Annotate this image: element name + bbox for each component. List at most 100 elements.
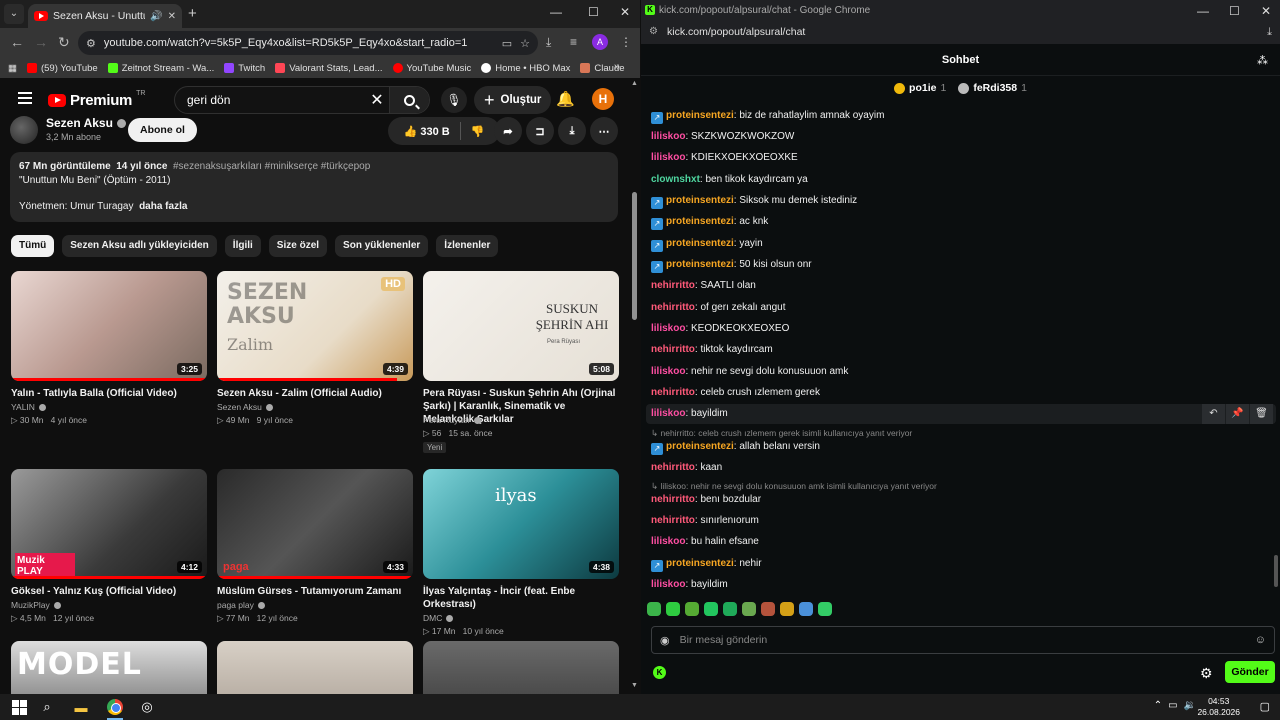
video-title[interactable]: Göksel - Yalnız Kuş (Official Video) [11,585,207,598]
video-thumbnail[interactable]: MODEL [11,641,207,694]
video-channel[interactable]: DMC [423,612,454,625]
video-channel-name[interactable]: Pera Rüyası [423,415,470,425]
notifications-icon[interactable]: ▢ [1260,700,1270,713]
chat-username[interactable]: liliskoo [651,366,685,377]
kick-download-icon[interactable]: ⤓ [1267,26,1272,39]
chat-username[interactable]: liliskoo [651,323,685,334]
page-scrollbar[interactable]: ▲ ▼ [629,78,640,694]
bookmark-star-icon[interactable]: ☆ [520,37,530,50]
bookmark-twitch[interactable]: Twitch [224,63,265,74]
chip-related[interactable]: İlgili [224,235,261,257]
save-icon[interactable]: ⊐ [526,117,554,145]
chat-scrollbar-thumb[interactable] [1274,555,1278,587]
dislike-icon[interactable]: 👎 [471,125,485,138]
chat-username[interactable]: liliskoo [651,579,685,590]
channel-name[interactable]: Sezen Aksu [46,116,113,130]
emote-icon[interactable] [704,602,718,616]
chat-message[interactable]: ↗ proteinsentezi: Siksok mu demek istedin… [651,195,857,209]
emote-icon[interactable] [799,602,813,616]
chat-username[interactable]: nehirritto [651,344,695,355]
video-thumbnail[interactable] [423,641,619,694]
maximize-icon[interactable]: ☐ [588,5,599,19]
close-window-icon[interactable]: ✕ [620,5,630,19]
video-channel[interactable]: MuzikPlay [11,599,61,612]
chat-message[interactable]: nehirritto: tiktok kaydırcam [651,344,773,355]
video-thumbnail[interactable]: SUSKUN ŞEHRİN AHI Pera Rüyası 5:08 [423,271,619,381]
voice-search-button[interactable]: 🎙 [441,87,467,113]
menu-icon[interactable]: ⋮ [620,35,632,49]
chat-username[interactable]: liliskoo [651,408,685,419]
chat-message[interactable]: liliskoo: KDIEKXOEKXOEOXKE [651,152,798,163]
tab-search-icon[interactable]: ⌄ [4,4,24,24]
chrome-taskbar-icon[interactable] [106,698,124,716]
kick-close-icon[interactable]: ✕ [1261,4,1271,18]
chat-input-box[interactable]: ◉ Bir mesaj gönderin ☺ [651,626,1275,654]
emote-icon[interactable] [818,602,832,616]
site-info-icon[interactable]: ⚙ [86,37,96,50]
download-video-icon[interactable]: ⤓ [558,117,586,145]
chat-username[interactable]: nehirritto [651,280,695,291]
volume-icon[interactable]: 🔉 [1184,700,1196,711]
minimize-icon[interactable]: — [550,5,562,19]
supporter-2[interactable]: feRdi358 1 [958,78,1027,98]
chat-username[interactable]: proteinsentezi [666,238,734,249]
chat-badge-icon[interactable]: ◉ [660,634,670,647]
media-icon[interactable]: ≡ [570,35,577,49]
chat-username[interactable]: liliskoo [651,536,685,547]
reply-context[interactable]: ↳ nehirritto: celeb crush ızlemem gerek … [651,428,912,439]
search-taskbar-icon[interactable]: ⌕ [38,698,56,716]
search-input[interactable]: geri dön [175,93,365,107]
site-info-icon[interactable]: ⚙ [649,26,658,37]
chat-username[interactable]: liliskoo [651,131,685,142]
kick-maximize-icon[interactable]: ☐ [1229,4,1240,18]
video-channel[interactable]: YALIN [11,401,46,414]
emote-icon[interactable] [780,602,794,616]
cast-icon[interactable]: ▭ [502,37,512,50]
search-bar[interactable]: geri dön ✕ [174,86,430,114]
channel-name-wrap[interactable]: Sezen Aksu [46,116,126,130]
scroll-down-icon[interactable]: ▼ [631,682,638,689]
chip-recent[interactable]: Son yüklenenler [335,235,429,257]
reply-icon[interactable]: ↶ [1201,404,1225,424]
chat-message[interactable]: nehirritto: celeb crush ızlemem gerek [651,387,820,398]
bookmark-youtube[interactable]: (59) YouTube [26,63,98,74]
chat-username[interactable]: nehirritto [651,494,695,505]
emote-icon[interactable] [723,602,737,616]
chat-username[interactable]: liliskoo [651,152,685,163]
tray-chevron-icon[interactable]: ⌃ [1154,700,1162,711]
chip-all[interactable]: Tümü [11,235,55,257]
chat-message[interactable]: ↗ proteinsentezi: biz de rahatlaylim amna… [651,110,884,124]
chat-scrollbar[interactable] [1274,100,1279,590]
download-icon[interactable]: ⤓ [546,35,551,50]
audio-icon[interactable]: 🔊 [150,11,162,22]
chat-message[interactable]: nehirritto: sınırlenıorum [651,515,759,526]
tab-youtube[interactable]: Sezen Aksu - Unuttun Mu B 🔊 ✕ [28,4,182,28]
chat-username[interactable]: proteinsentezi [666,441,734,452]
video-channel[interactable]: paga play [217,599,265,612]
chat-username[interactable]: nehirritto [651,387,695,398]
profile-avatar[interactable]: A [592,34,608,50]
bookmark-hbo[interactable]: Home • HBO Max [481,63,570,74]
chat-message[interactable]: ↗ proteinsentezi: yayin [651,238,763,252]
app-taskbar-icon[interactable]: ◎ [138,698,156,716]
video-thumbnail[interactable]: paga 4:33 [217,469,413,579]
video-title[interactable]: İlyas Yalçıntaş - İncir (feat. Enbe Orke… [423,585,619,611]
hashtags[interactable]: #sezenaksuşarkıları #minikserçe #türkçep… [173,161,370,172]
kick-url[interactable]: kick.com/popout/alpsural/chat [667,26,805,38]
bookmark-youtube-music[interactable]: YouTube Music [392,63,471,74]
chat-message[interactable]: liliskoo: bu halin efsane [651,536,759,547]
video-thumbnail[interactable]: ilyas 4:38 [423,469,619,579]
like-button[interactable]: 👍 330 B [404,125,450,138]
clear-search-icon[interactable]: ✕ [365,90,389,110]
hamburger-menu-icon[interactable] [18,92,32,104]
chat-username[interactable]: proteinsentezi [666,558,734,569]
chat-message[interactable]: nehirritto: kaan [651,462,722,473]
file-explorer-icon[interactable]: ▬ [72,698,90,716]
chat-message[interactable]: liliskoo: bayildim [651,579,728,590]
video-title[interactable]: Sezen Aksu - Zalim (Official Audio) [217,387,413,400]
emote-icon[interactable] [761,602,775,616]
chat-message[interactable]: ↗ proteinsentezi: allah belanı versin [651,441,820,455]
tab-close-icon[interactable]: ✕ [168,11,176,22]
chat-settings-gear-icon[interactable]: ⚙ [1200,665,1213,682]
address-bar[interactable]: ⚙ youtube.com/watch?v=5k5P_Eqy4xo&list=R… [78,31,538,55]
